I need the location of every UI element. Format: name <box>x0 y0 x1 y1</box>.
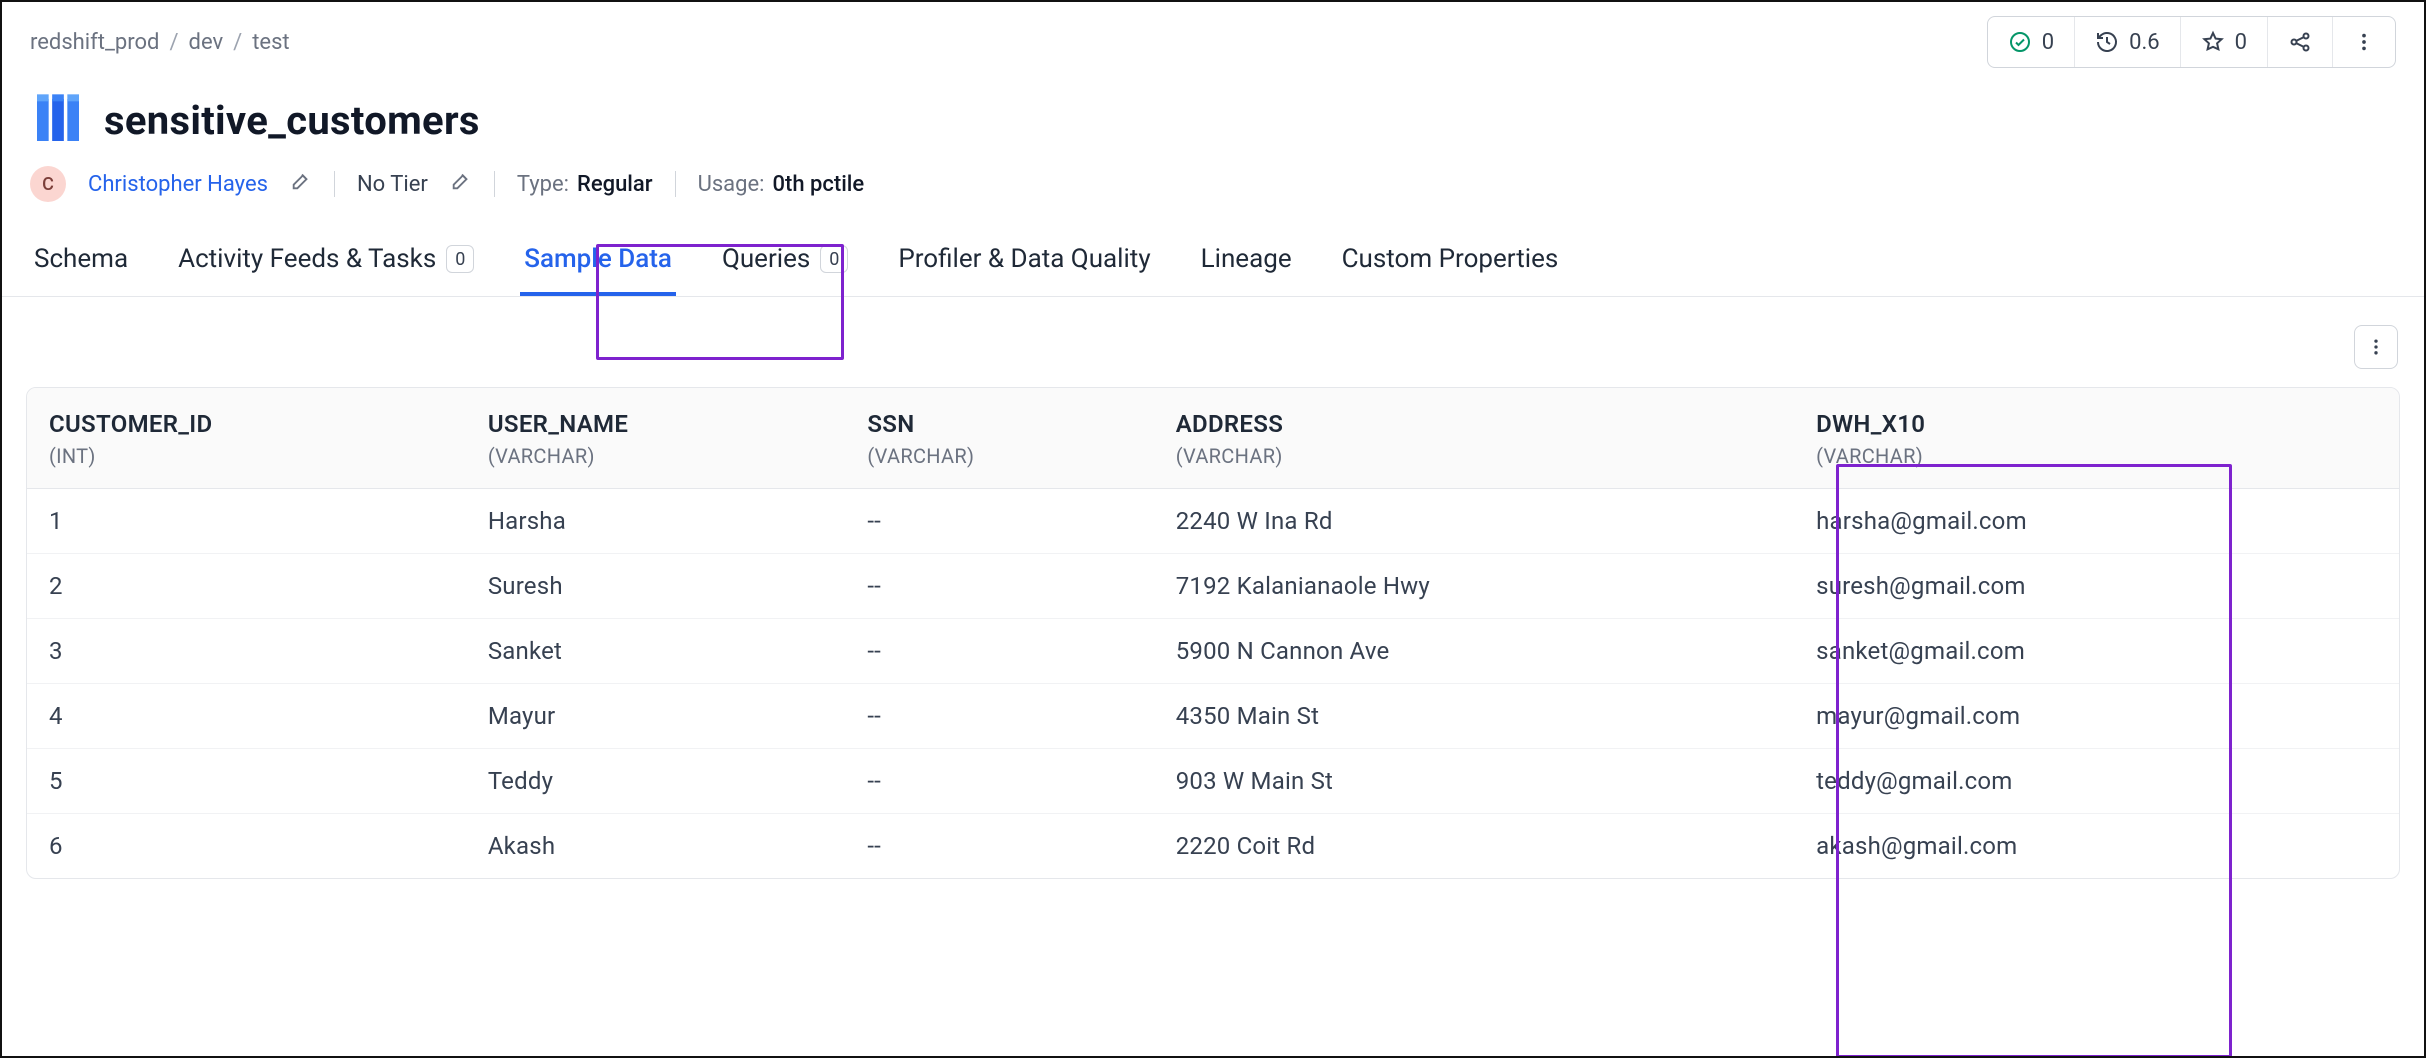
tab-queries[interactable]: Queries 0 <box>718 230 852 296</box>
cell-address: 5900 N Cannon Ave <box>1154 619 1794 684</box>
header-stats: 0 0.6 0 <box>1987 16 2396 68</box>
stat-runtime[interactable]: 0.6 <box>2075 17 2181 67</box>
cell-user-name: Harsha <box>466 489 846 554</box>
table-row[interactable]: 6 Akash -- 2220 Coit Rd akash@gmail.com <box>27 814 2399 879</box>
cell-address: 2220 Coit Rd <box>1154 814 1794 879</box>
divider <box>334 171 335 197</box>
cell-customer-id: 5 <box>27 749 466 814</box>
cell-dwh-x10: akash@gmail.com <box>1794 814 2399 879</box>
cell-dwh-x10: teddy@gmail.com <box>1794 749 2399 814</box>
col-header-dwh-x10[interactable]: DWH_X10 (VARCHAR) <box>1794 388 2399 489</box>
table-row[interactable]: 5 Teddy -- 903 W Main St teddy@gmail.com <box>27 749 2399 814</box>
breadcrumb-sep: / <box>169 30 178 55</box>
cell-user-name: Akash <box>466 814 846 879</box>
cell-ssn: -- <box>845 554 1153 619</box>
breadcrumb-item[interactable]: dev <box>189 30 224 55</box>
cell-user-name: Sanket <box>466 619 846 684</box>
database-icon <box>30 92 86 148</box>
cell-customer-id: 6 <box>27 814 466 879</box>
breadcrumb[interactable]: redshift_prod / dev / test <box>30 30 290 55</box>
type-value: Regular <box>577 172 653 197</box>
cell-address: 7192 Kalanianaole Hwy <box>1154 554 1794 619</box>
tab-lineage[interactable]: Lineage <box>1197 230 1296 296</box>
cell-dwh-x10: mayur@gmail.com <box>1794 684 2399 749</box>
tab-custom-properties[interactable]: Custom Properties <box>1338 230 1563 296</box>
col-header-user-name[interactable]: USER_NAME (VARCHAR) <box>466 388 846 489</box>
stat-value: 0 <box>2042 30 2054 55</box>
cell-address: 4350 Main St <box>1154 684 1794 749</box>
activity-count-badge: 0 <box>446 245 474 273</box>
tier-value: No Tier <box>357 172 428 197</box>
check-circle-icon <box>2008 30 2032 54</box>
cell-user-name: Suresh <box>466 554 846 619</box>
sample-data-table: CUSTOMER_ID (INT) USER_NAME (VARCHAR) SS… <box>26 387 2400 879</box>
pencil-icon <box>450 170 472 192</box>
cell-ssn: -- <box>845 489 1153 554</box>
breadcrumb-item[interactable]: redshift_prod <box>30 30 159 55</box>
cell-dwh-x10: sanket@gmail.com <box>1794 619 2399 684</box>
star-icon <box>2201 30 2225 54</box>
divider <box>494 171 495 197</box>
history-icon <box>2095 30 2119 54</box>
usage-label: Usage: <box>698 172 765 197</box>
kebab-icon <box>2353 31 2375 53</box>
owner-name[interactable]: Christopher Hayes <box>88 172 268 197</box>
tab-sample-data[interactable]: Sample Data <box>520 230 676 296</box>
cell-ssn: -- <box>845 814 1153 879</box>
table-row[interactable]: 2 Suresh -- 7192 Kalanianaole Hwy suresh… <box>27 554 2399 619</box>
table-row[interactable]: 3 Sanket -- 5900 N Cannon Ave sanket@gma… <box>27 619 2399 684</box>
kebab-icon <box>2366 337 2386 357</box>
cell-customer-id: 1 <box>27 489 466 554</box>
table-row[interactable]: 4 Mayur -- 4350 Main St mayur@gmail.com <box>27 684 2399 749</box>
share-icon <box>2288 30 2312 54</box>
cell-address: 2240 W Ina Rd <box>1154 489 1794 554</box>
tab-activity[interactable]: Activity Feeds & Tasks 0 <box>174 230 478 296</box>
edit-owner-button[interactable] <box>290 170 312 198</box>
cell-dwh-x10: suresh@gmail.com <box>1794 554 2399 619</box>
stat-value: 0.6 <box>2129 30 2160 55</box>
table-header-row: CUSTOMER_ID (INT) USER_NAME (VARCHAR) SS… <box>27 388 2399 489</box>
breadcrumb-item[interactable]: test <box>252 30 289 55</box>
tabs: Schema Activity Feeds & Tasks 0 Sample D… <box>2 222 2424 297</box>
cell-user-name: Teddy <box>466 749 846 814</box>
stat-favorites[interactable]: 0 <box>2181 17 2268 67</box>
tab-schema[interactable]: Schema <box>30 230 132 296</box>
cell-ssn: -- <box>845 749 1153 814</box>
cell-ssn: -- <box>845 684 1153 749</box>
type-label: Type: <box>517 172 569 197</box>
edit-tier-button[interactable] <box>450 170 472 198</box>
col-header-address[interactable]: ADDRESS (VARCHAR) <box>1154 388 1794 489</box>
cell-user-name: Mayur <box>466 684 846 749</box>
queries-count-badge: 0 <box>820 245 848 273</box>
cell-ssn: -- <box>845 619 1153 684</box>
owner-avatar[interactable]: C <box>30 166 66 202</box>
page-title: sensitive_customers <box>104 97 480 144</box>
sample-data-actions-button[interactable] <box>2354 325 2398 369</box>
cell-customer-id: 4 <box>27 684 466 749</box>
divider <box>675 171 676 197</box>
cell-address: 903 W Main St <box>1154 749 1794 814</box>
table-row[interactable]: 1 Harsha -- 2240 W Ina Rd harsha@gmail.c… <box>27 489 2399 554</box>
col-header-customer-id[interactable]: CUSTOMER_ID (INT) <box>27 388 466 489</box>
cell-dwh-x10: harsha@gmail.com <box>1794 489 2399 554</box>
stat-value: 0 <box>2235 30 2247 55</box>
col-header-ssn[interactable]: SSN (VARCHAR) <box>845 388 1153 489</box>
share-button[interactable] <box>2268 17 2333 67</box>
breadcrumb-sep: / <box>233 30 242 55</box>
stat-checks[interactable]: 0 <box>1988 17 2075 67</box>
cell-customer-id: 3 <box>27 619 466 684</box>
usage-value: 0th pctile <box>773 172 865 197</box>
pencil-icon <box>290 170 312 192</box>
tab-profiler[interactable]: Profiler & Data Quality <box>894 230 1154 296</box>
more-menu-button[interactable] <box>2333 17 2395 67</box>
cell-customer-id: 2 <box>27 554 466 619</box>
